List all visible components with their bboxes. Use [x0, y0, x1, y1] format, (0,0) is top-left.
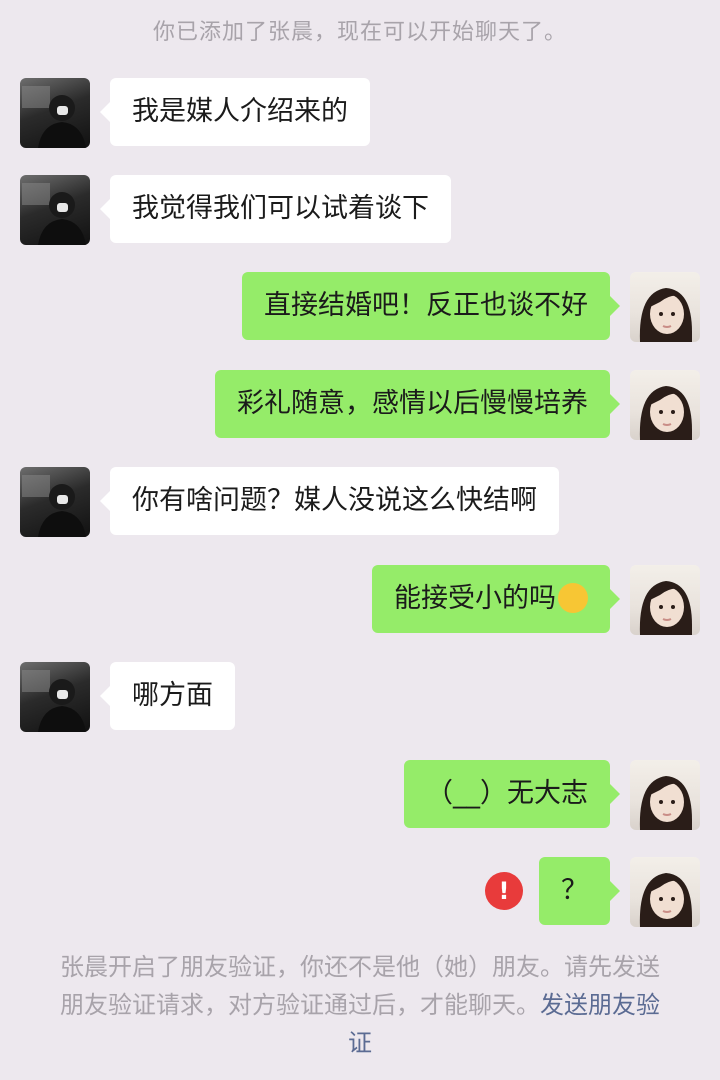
my-avatar[interactable]	[630, 272, 700, 342]
my-avatar[interactable]	[630, 857, 700, 927]
contact-avatar[interactable]	[20, 175, 90, 245]
message-bubble-sent[interactable]: 直接结婚吧！反正也谈不好	[242, 272, 620, 340]
message-bubble-received[interactable]: 我是媒人介绍来的	[100, 78, 370, 146]
contact-avatar[interactable]	[20, 78, 90, 148]
contact-avatar[interactable]	[20, 662, 90, 732]
contact-avatar[interactable]	[20, 467, 90, 537]
system-message-friend-verification: 张晨开启了朋友验证，你还不是他（她）朋友。请先发送朋友验证请求，对方验证通过后，…	[50, 948, 670, 1062]
message-bubble-received[interactable]: 你有啥问题？媒人没说这么快结啊	[100, 467, 559, 535]
my-avatar[interactable]	[630, 565, 700, 635]
system-message-friend-added: 你已添加了张晨，现在可以开始聊天了。	[152, 20, 567, 45]
message-bubble-received[interactable]: 哪方面	[100, 662, 235, 730]
send-failed-icon[interactable]: !	[485, 872, 523, 910]
message-bubble-sent[interactable]: 能接受小的吗	[372, 565, 620, 633]
message-text: 能接受小的吗	[394, 583, 556, 614]
message-bubble-sent[interactable]: 彩礼随意，感情以后慢慢培养	[215, 370, 620, 438]
laughing-crying-emoji-icon	[558, 582, 588, 613]
message-bubble-received[interactable]: 我觉得我们可以试着谈下	[100, 175, 451, 243]
my-avatar[interactable]	[630, 760, 700, 830]
message-bubble-sent[interactable]: ？	[539, 857, 620, 925]
message-bubble-sent[interactable]: （__）无大志	[404, 760, 620, 828]
my-avatar[interactable]	[630, 370, 700, 440]
